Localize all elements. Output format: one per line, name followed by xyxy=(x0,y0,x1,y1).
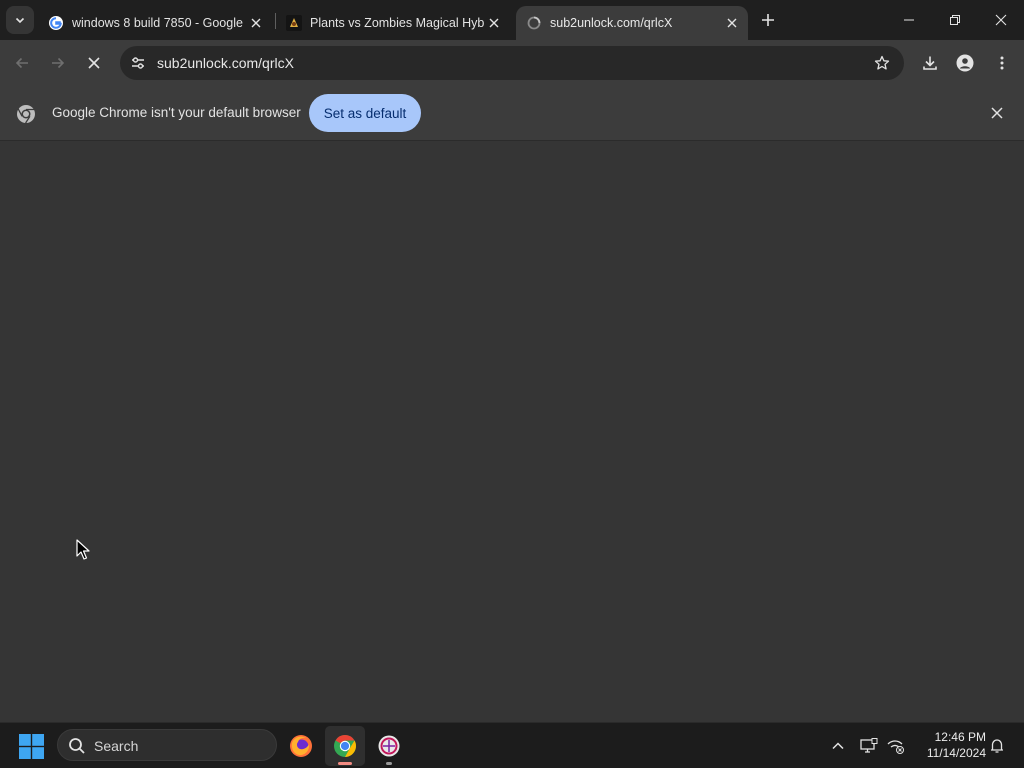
windows-start-icon[interactable] xyxy=(19,734,44,759)
tab-title: Plants vs Zombies Magical Hybrid xyxy=(310,16,484,30)
downloads-button[interactable] xyxy=(916,49,944,77)
restore-icon xyxy=(950,15,960,25)
close-tab-icon[interactable] xyxy=(246,13,266,33)
arrow-left-icon xyxy=(15,57,28,69)
tab-plants-vs-zombies[interactable]: Plants vs Zombies Magical Hybrid xyxy=(276,6,510,40)
bell-icon xyxy=(991,739,1003,753)
close-icon xyxy=(88,57,100,69)
taskbar-chrome[interactable] xyxy=(325,726,365,766)
display-tray-button[interactable] xyxy=(857,734,881,758)
tab-search-button[interactable] xyxy=(6,6,34,34)
minimize-icon xyxy=(904,19,914,21)
taskbar-firefox[interactable] xyxy=(281,726,321,766)
show-hidden-icons-button[interactable] xyxy=(826,734,850,758)
active-app-indicator xyxy=(338,762,352,765)
network-tray-button[interactable] xyxy=(884,734,908,758)
url-text: sub2unlock.com/qrlcX xyxy=(157,55,294,71)
taskbar: Search 12:46 PM 11/14/2024 xyxy=(0,722,1024,768)
mouse-pointer-icon xyxy=(76,539,90,560)
chevron-down-icon xyxy=(15,17,25,24)
search-icon xyxy=(69,738,85,754)
tab-google-search[interactable]: windows 8 build 7850 - Google Search xyxy=(38,6,272,40)
star-outline-icon xyxy=(874,55,890,70)
tune-icon xyxy=(132,57,144,69)
taskbar-app[interactable] xyxy=(369,726,409,766)
close-tab-icon[interactable] xyxy=(722,13,742,33)
infobar-close-button[interactable] xyxy=(988,104,1006,122)
minimize-button[interactable] xyxy=(886,0,932,40)
plus-icon xyxy=(762,14,774,26)
clock-time: 12:46 PM xyxy=(934,730,986,744)
stop-loading-button[interactable] xyxy=(80,49,108,77)
tab-sub2unlock[interactable]: sub2unlock.com/qrlcX xyxy=(516,6,748,40)
default-browser-infobar: Google Chrome isn't your default browser… xyxy=(0,86,1024,141)
clock-date: 11/14/2024 xyxy=(926,746,986,760)
page-content xyxy=(0,142,1024,722)
arrow-right-icon xyxy=(52,57,65,69)
display-icon xyxy=(860,738,878,753)
notifications-button[interactable] xyxy=(985,734,1009,758)
close-tab-icon[interactable] xyxy=(484,13,504,33)
taskbar-clock[interactable]: 12:46 PM 11/14/2024 xyxy=(914,729,986,761)
forward-button[interactable] xyxy=(44,49,72,77)
browser-window: windows 8 build 7850 - Google Search Pla… xyxy=(0,0,1024,722)
download-icon xyxy=(923,56,937,70)
browser-toolbar: sub2unlock.com/qrlcX xyxy=(0,40,1024,86)
loading-spinner-icon xyxy=(526,15,542,31)
chevron-up-icon xyxy=(832,742,844,750)
profile-icon xyxy=(956,54,974,72)
close-window-button[interactable] xyxy=(978,0,1024,40)
pvz-game-icon xyxy=(286,15,302,31)
close-icon xyxy=(991,107,1003,119)
set-as-default-button[interactable]: Set as default xyxy=(309,94,421,132)
tab-title: sub2unlock.com/qrlcX xyxy=(550,16,673,30)
address-bar[interactable]: sub2unlock.com/qrlcX xyxy=(120,46,904,80)
taskbar-search-label: Search xyxy=(94,738,139,754)
no-internet-icon xyxy=(887,740,904,754)
chrome-logo-icon xyxy=(17,105,35,124)
firefox-icon xyxy=(290,735,312,757)
chrome-icon xyxy=(334,735,356,757)
site-info-button[interactable] xyxy=(126,51,150,75)
new-tab-button[interactable] xyxy=(756,8,780,32)
tab-title: windows 8 build 7850 - Google Search xyxy=(72,16,246,30)
back-button[interactable] xyxy=(8,49,36,77)
google-g-icon xyxy=(48,15,64,31)
taskbar-search-box[interactable]: Search xyxy=(57,729,277,761)
running-app-indicator xyxy=(386,762,392,765)
app-icon xyxy=(378,735,400,757)
bookmark-button[interactable] xyxy=(872,53,892,73)
more-vert-icon xyxy=(1000,56,1004,70)
infobar-message: Google Chrome isn't your default browser xyxy=(52,105,301,120)
menu-button[interactable] xyxy=(988,49,1016,77)
close-icon xyxy=(995,14,1007,26)
tab-strip: windows 8 build 7850 - Google Search Pla… xyxy=(0,0,1024,40)
profile-button[interactable] xyxy=(951,49,979,77)
restore-button[interactable] xyxy=(932,0,978,40)
